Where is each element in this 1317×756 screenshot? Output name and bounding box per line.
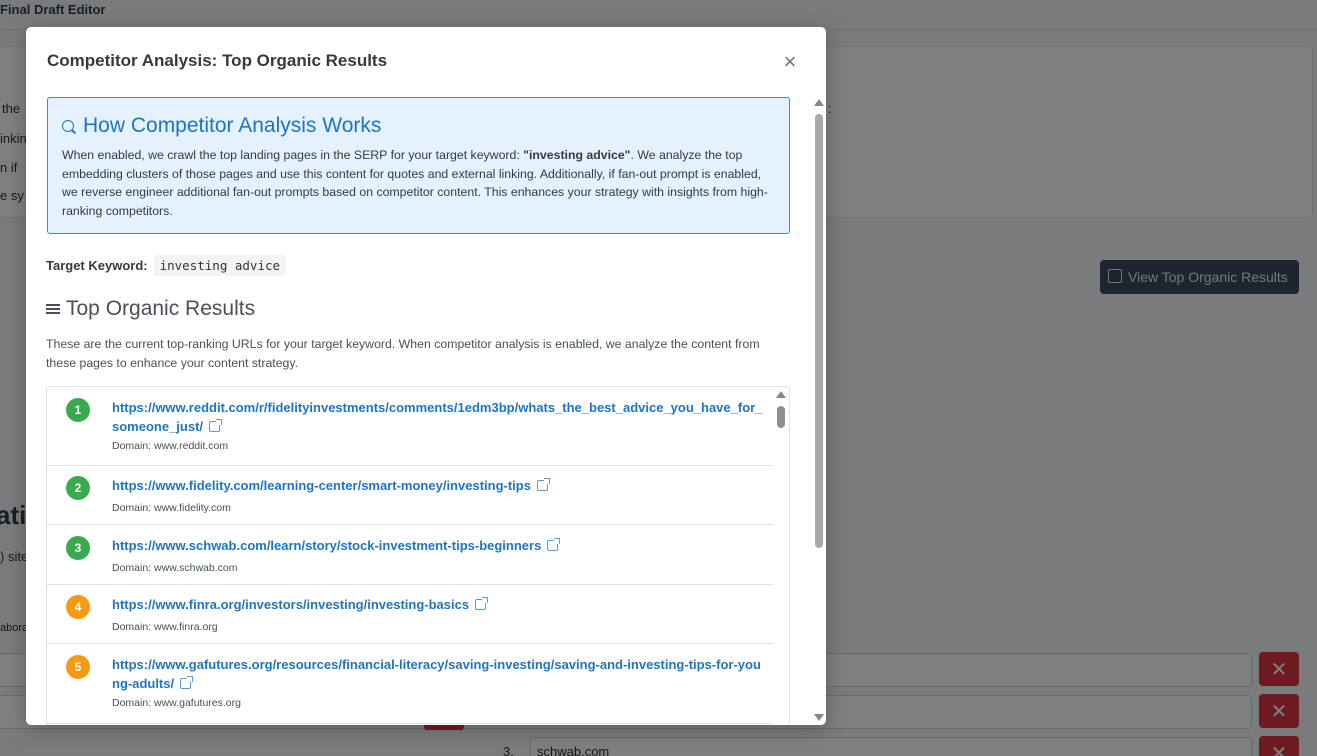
result-domain: Domain: www.finra.org: [112, 621, 218, 633]
result-item: 4 https://www.finra.org/investors/invest…: [47, 585, 774, 644]
result-domain: Domain: www.fidelity.com: [112, 502, 231, 514]
rank-badge: 3: [66, 536, 90, 560]
results-heading: Top Organic Results: [46, 297, 255, 321]
result-link[interactable]: https://www.schwab.com/learn/story/stock…: [112, 538, 541, 553]
external-link-icon[interactable]: [209, 419, 223, 432]
results-scrollbar[interactable]: [773, 387, 789, 725]
results-list: 1 https://www.reddit.com/r/fidelityinves…: [46, 386, 790, 725]
rank-badge: 4: [66, 595, 90, 619]
close-icon[interactable]: ×: [780, 51, 800, 73]
result-url: https://www.reddit.com/r/fidelityinvestm…: [112, 398, 764, 436]
scroll-up-arrow[interactable]: [814, 99, 824, 106]
result-domain: Domain: www.gafutures.org: [112, 697, 241, 709]
target-keyword-label: Target Keyword:: [46, 258, 148, 273]
results-description: These are the current top-ranking URLs f…: [46, 337, 760, 370]
result-domain: Domain: www.schwab.com: [112, 562, 238, 574]
info-text: When enabled, we crawl the top landing p…: [62, 146, 777, 221]
info-heading-text: How Competitor Analysis Works: [83, 114, 382, 137]
scrollbar-thumb[interactable]: [815, 114, 823, 548]
result-item: 5 https://www.gafutures.org/resources/fi…: [47, 644, 774, 724]
results-heading-text: Top Organic Results: [66, 297, 256, 320]
target-keyword-row: Target Keyword: investing advice: [46, 255, 287, 276]
rank-badge: 5: [66, 655, 90, 679]
external-link-icon[interactable]: [536, 478, 550, 491]
result-item: 3 https://www.schwab.com/learn/story/sto…: [47, 525, 774, 585]
rank-badge: 2: [66, 476, 90, 500]
modal-scrollbar[interactable]: [812, 97, 826, 725]
result-link[interactable]: https://www.gafutures.org/resources/fina…: [112, 657, 761, 691]
list-icon: [46, 303, 60, 315]
scrollbar-thumb[interactable]: [777, 406, 785, 428]
result-url: https://www.gafutures.org/resources/fina…: [112, 655, 764, 693]
target-keyword-value: investing advice: [153, 255, 287, 276]
external-link-icon[interactable]: [475, 597, 489, 610]
result-url: https://www.schwab.com/learn/story/stock…: [112, 536, 764, 555]
result-link[interactable]: https://www.fidelity.com/learning-center…: [112, 478, 531, 493]
result-item: 1 https://www.reddit.com/r/fidelityinves…: [47, 387, 774, 466]
result-item: 2 https://www.fidelity.com/learning-cent…: [47, 466, 774, 525]
scroll-down-arrow[interactable]: [814, 714, 824, 721]
result-link[interactable]: https://www.finra.org/investors/investin…: [112, 597, 469, 612]
modal-body: How Competitor Analysis Works When enabl…: [26, 97, 812, 725]
info-text-part: When enabled, we crawl the top landing p…: [62, 148, 524, 162]
competitor-analysis-modal: Competitor Analysis: Top Organic Results…: [26, 27, 826, 725]
rank-badge: 1: [66, 398, 90, 422]
modal-title: Competitor Analysis: Top Organic Results: [47, 51, 388, 70]
info-keyword: "investing advice": [523, 148, 631, 162]
search-icon: [61, 118, 77, 134]
info-heading: How Competitor Analysis Works: [61, 114, 381, 138]
info-box: How Competitor Analysis Works When enabl…: [47, 97, 790, 234]
scroll-up-arrow[interactable]: [776, 391, 786, 398]
result-url: https://www.fidelity.com/learning-center…: [112, 476, 764, 495]
external-link-icon[interactable]: [180, 676, 194, 689]
result-domain: Domain: www.reddit.com: [112, 440, 229, 452]
result-url: https://www.finra.org/investors/investin…: [112, 595, 764, 614]
external-link-icon[interactable]: [547, 538, 561, 551]
